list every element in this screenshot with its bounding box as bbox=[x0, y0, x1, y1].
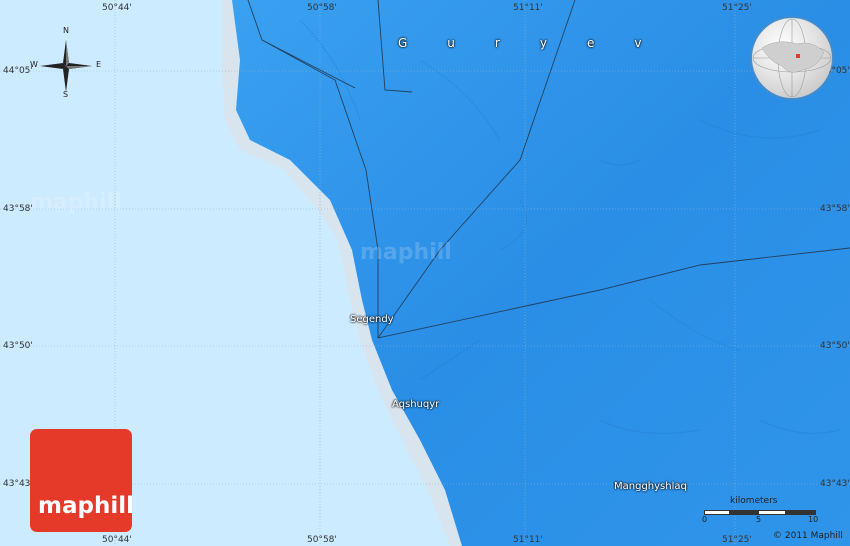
region-label: Guryev bbox=[398, 36, 682, 50]
scale-tick: 10 bbox=[808, 515, 819, 524]
globe-icon bbox=[752, 18, 832, 98]
latitude-label: 43°50' bbox=[3, 341, 33, 351]
latitude-label: 43°50' bbox=[820, 341, 850, 351]
longitude-label: 50°44' bbox=[102, 535, 132, 545]
longitude-label: 51°11' bbox=[513, 3, 543, 13]
maphill-logo[interactable]: maphill bbox=[30, 429, 134, 532]
longitude-label: 50°58' bbox=[307, 3, 337, 13]
longitude-label: 51°11' bbox=[513, 535, 543, 545]
compass-rose: N S W E bbox=[30, 26, 102, 99]
scale-segment bbox=[704, 510, 730, 515]
compass-n: N bbox=[63, 26, 69, 35]
longitude-label: 50°58' bbox=[307, 535, 337, 545]
compass-e: E bbox=[96, 60, 102, 69]
scale-tick: 0 bbox=[702, 515, 708, 524]
longitude-label: 51°25' bbox=[722, 3, 752, 13]
copyright: © 2011 Maphill bbox=[773, 531, 843, 541]
latitude-label: 44°05' bbox=[3, 66, 33, 76]
locator-globe[interactable] bbox=[752, 18, 832, 98]
scale-tick: 5 bbox=[756, 515, 762, 524]
latitude-label: 43°58' bbox=[820, 204, 850, 214]
longitude-label: 50°44' bbox=[102, 3, 132, 13]
compass-s: S bbox=[63, 90, 69, 99]
compass-w: W bbox=[30, 60, 38, 69]
scale-label: kilometers bbox=[730, 496, 778, 506]
location-marker bbox=[796, 54, 800, 58]
watermark: maphill bbox=[360, 240, 452, 265]
scale-segment bbox=[730, 510, 758, 515]
latitude-label: 43°43' bbox=[3, 479, 33, 489]
latitude-label: 43°43' bbox=[820, 479, 850, 489]
map[interactable]: maphill maphill Guryev Segendy Aqshuqyr … bbox=[0, 0, 850, 546]
watermark: maphill bbox=[30, 190, 122, 215]
city-label[interactable]: Mangghyshlaq bbox=[614, 481, 687, 492]
city-label[interactable]: Segendy bbox=[350, 314, 394, 325]
compass-icon bbox=[40, 40, 92, 92]
city-label[interactable]: Aqshuqyr bbox=[392, 399, 439, 410]
logo-text: maphill bbox=[38, 493, 134, 519]
scale-segment bbox=[758, 510, 786, 515]
latitude-label: 43°58' bbox=[3, 204, 33, 214]
scale-bar: kilometers 0 5 10 bbox=[700, 495, 818, 525]
longitude-label: 51°25' bbox=[722, 535, 752, 545]
